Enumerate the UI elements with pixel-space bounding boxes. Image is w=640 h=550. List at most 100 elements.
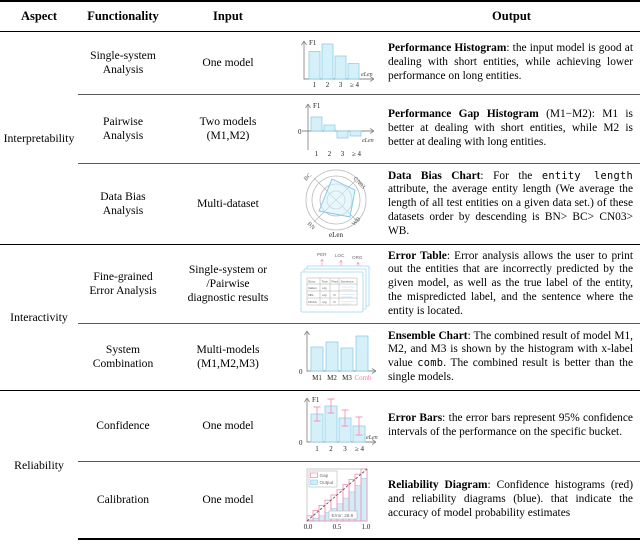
output-data-bias-chart: Data Bias Chart: For the entity length a… <box>383 163 640 245</box>
functionality-confidence: Confidence <box>78 390 168 462</box>
chart-reliability-diagram: Gap Output Error: 28.6 0.0 0.5 1.0 <box>288 461 383 540</box>
output-error-table: Error Table: Error analysis allows the u… <box>383 244 640 324</box>
output-title: Performance Gap Histogram <box>388 108 539 121</box>
reliability-diagram-svg: Gap Output Error: 28.6 0.0 0.5 1.0 <box>303 468 370 531</box>
column-header-input: Input <box>168 0 288 32</box>
axis-label-elen: eLen <box>366 435 378 441</box>
input-multi-dataset: Multi-dataset <box>168 163 288 245</box>
output-performance-histogram: Performance Histogram: the input model i… <box>383 31 640 95</box>
ytick-zero: 0 <box>298 128 302 136</box>
radar-axis-label-elen: eLen <box>329 231 343 239</box>
annotation-loc: LOC <box>335 253 345 258</box>
output-title: Error Table <box>388 249 447 262</box>
functionality-system-combination: System Combination <box>78 323 168 391</box>
output-mono-entity-length: entity length <box>541 169 633 182</box>
table-row: Interactivity Fine-grained Error Analysis… <box>0 244 640 391</box>
input-diagnostic-results: Single-system or /Pairwise diagnostic res… <box>168 244 288 324</box>
ensemble-chart-svg: 0 M1 M2 M3 Comb <box>299 330 376 382</box>
chart-performance-gap-histogram: F1 0 1 2 3 ≥ 4 eLen <box>288 94 383 164</box>
output-body-a: : For the <box>480 169 542 182</box>
xtick-3: 3 <box>340 150 344 158</box>
xtick-1: 1 <box>312 81 316 89</box>
error-table-cell: org <box>322 286 327 290</box>
performance-gap-histogram-svg: F1 0 1 2 3 ≥ 4 eLen <box>298 102 374 158</box>
error-table-col-pred: Pred <box>331 279 338 283</box>
xtick-ge4: ≥ 4 <box>351 150 361 158</box>
functionality-data-bias-analysis: Data Bias Analysis <box>78 163 168 245</box>
output-ensemble-chart: Ensemble Chart: The combined result of m… <box>383 323 640 391</box>
xtick-3: 3 <box>338 81 342 89</box>
xtick-m3: M3 <box>342 374 352 382</box>
error-value-label: Error: 28.6 <box>331 513 353 518</box>
performance-histogram-svg: F1 1 2 3 ≥ 4 eLen <box>300 39 374 89</box>
table-header-row: Aspect Functionality Input Output <box>0 0 640 32</box>
table-row: Data BiasAnalysis Multi-dataset BC CN03 <box>0 163 640 245</box>
chart-data-bias-radar: BC CN03 WB BN eLen <box>288 163 383 245</box>
chart-performance-histogram: F1 1 2 3 ≥ 4 eLen <box>288 31 383 95</box>
output-title: Performance Histogram <box>388 42 507 55</box>
xtick-1-0: 1.0 <box>361 523 370 531</box>
data-bias-radar-svg: BC CN03 WB BN eLen <box>303 169 366 239</box>
reliability-legend: Gap Output <box>308 470 337 488</box>
xtick-2: 2 <box>325 81 329 89</box>
error-table-cell: org <box>322 293 327 297</box>
axis-label-f1: F1 <box>312 396 320 404</box>
column-header-output-visual <box>288 0 383 32</box>
radar-label-wb: WB <box>351 216 362 227</box>
error-bars-chart-svg: F1 0 1 2 3 ≥ 4 eLen <box>299 396 378 453</box>
column-header-functionality: Functionality <box>78 0 168 32</box>
table-row: System Combination Multi-models (M1,M2,M3)… <box>0 323 640 391</box>
ytick-zero: 0 <box>299 368 303 376</box>
output-reliability-diagram: Reliability Diagram: Confidence histogra… <box>383 461 640 540</box>
chart-error-bars: F1 0 1 2 3 ≥ 4 eLen <box>288 390 383 462</box>
xtick-m2: M2 <box>327 374 337 382</box>
aspect-cell-interactivity: Interactivity <box>0 244 78 391</box>
axis-label-f1: F1 <box>313 102 321 110</box>
xtick-3: 3 <box>343 445 347 453</box>
error-table-col-error: Error <box>308 279 315 283</box>
error-table-cell: org <box>322 300 327 304</box>
input-one-model: One model <box>168 390 288 462</box>
output-error-bars: Error Bars: the error bars represent 95%… <box>383 390 640 462</box>
axis-label-elen: eLen <box>361 72 373 78</box>
error-table-documents-svg: PER LOC ORG Error True Pred Sentence Ita… <box>300 252 369 313</box>
error-table-cell: Italian <box>308 286 317 290</box>
xtick-0-5: 0.5 <box>332 523 341 531</box>
error-table-cell: NCAA <box>308 300 318 304</box>
xtick-ge4: ≥ 4 <box>349 81 359 89</box>
ytick-zero: 0 <box>299 439 303 447</box>
output-title: Data Bias Chart <box>388 169 481 182</box>
functionality-pairwise-analysis: Pairwise Analysis <box>78 94 168 164</box>
xtick-comb: Comb <box>354 374 372 382</box>
xtick-m1: M1 <box>312 374 322 382</box>
output-title: Error Bars <box>388 412 443 425</box>
functionality-calibration: Calibration <box>78 461 168 540</box>
aspect-cell-interpretability: Interpretability <box>0 31 78 245</box>
input-multi-models: Multi-models (M1,M2,M3) <box>168 323 288 391</box>
output-mono-comb: comb <box>417 357 444 369</box>
xtick-2: 2 <box>327 150 331 158</box>
xtick-1: 1 <box>314 150 318 158</box>
comparison-table-figure: Aspect Functionality Input Output Interp… <box>0 0 640 550</box>
error-table-cell: NFL <box>308 293 314 297</box>
column-header-aspect: Aspect <box>0 0 78 32</box>
xtick-ge4: ≥ 4 <box>354 445 364 453</box>
chart-ensemble: 0 M1 M2 M3 Comb <box>288 323 383 391</box>
aspect-cell-reliability: Reliability <box>0 390 78 539</box>
input-two-models: Two models (M1,M2) <box>168 94 288 164</box>
error-table-col-true: True <box>321 279 328 283</box>
capabilities-table: Aspect Functionality Input Output Interp… <box>0 0 640 540</box>
table-row: Reliability Confidence One model F1 0 1 … <box>0 390 640 539</box>
table-row: Interpretability Single-system Analysis O… <box>0 31 640 245</box>
table-row: Pairwise Analysis Two models (M1,M2) F1 0 <box>0 94 640 164</box>
output-title: Ensemble Chart <box>388 329 468 342</box>
functionality-fine-grained-error-analysis: Fine-grained Error Analysis <box>78 244 168 324</box>
radar-label-bc: BC <box>303 173 313 183</box>
output-title: Reliability Diagram <box>388 479 488 492</box>
functionality-single-system-analysis: Single-system Analysis <box>78 31 168 95</box>
legend-label-gap: Gap <box>319 473 328 478</box>
chart-error-table-documents: PER LOC ORG Error True Pred Sentence Ita… <box>288 244 383 324</box>
column-header-output: Output <box>383 0 640 32</box>
error-table-col-sentence: Sentence <box>340 279 353 283</box>
output-body-b: attribute, the average entity length (We… <box>388 183 633 237</box>
